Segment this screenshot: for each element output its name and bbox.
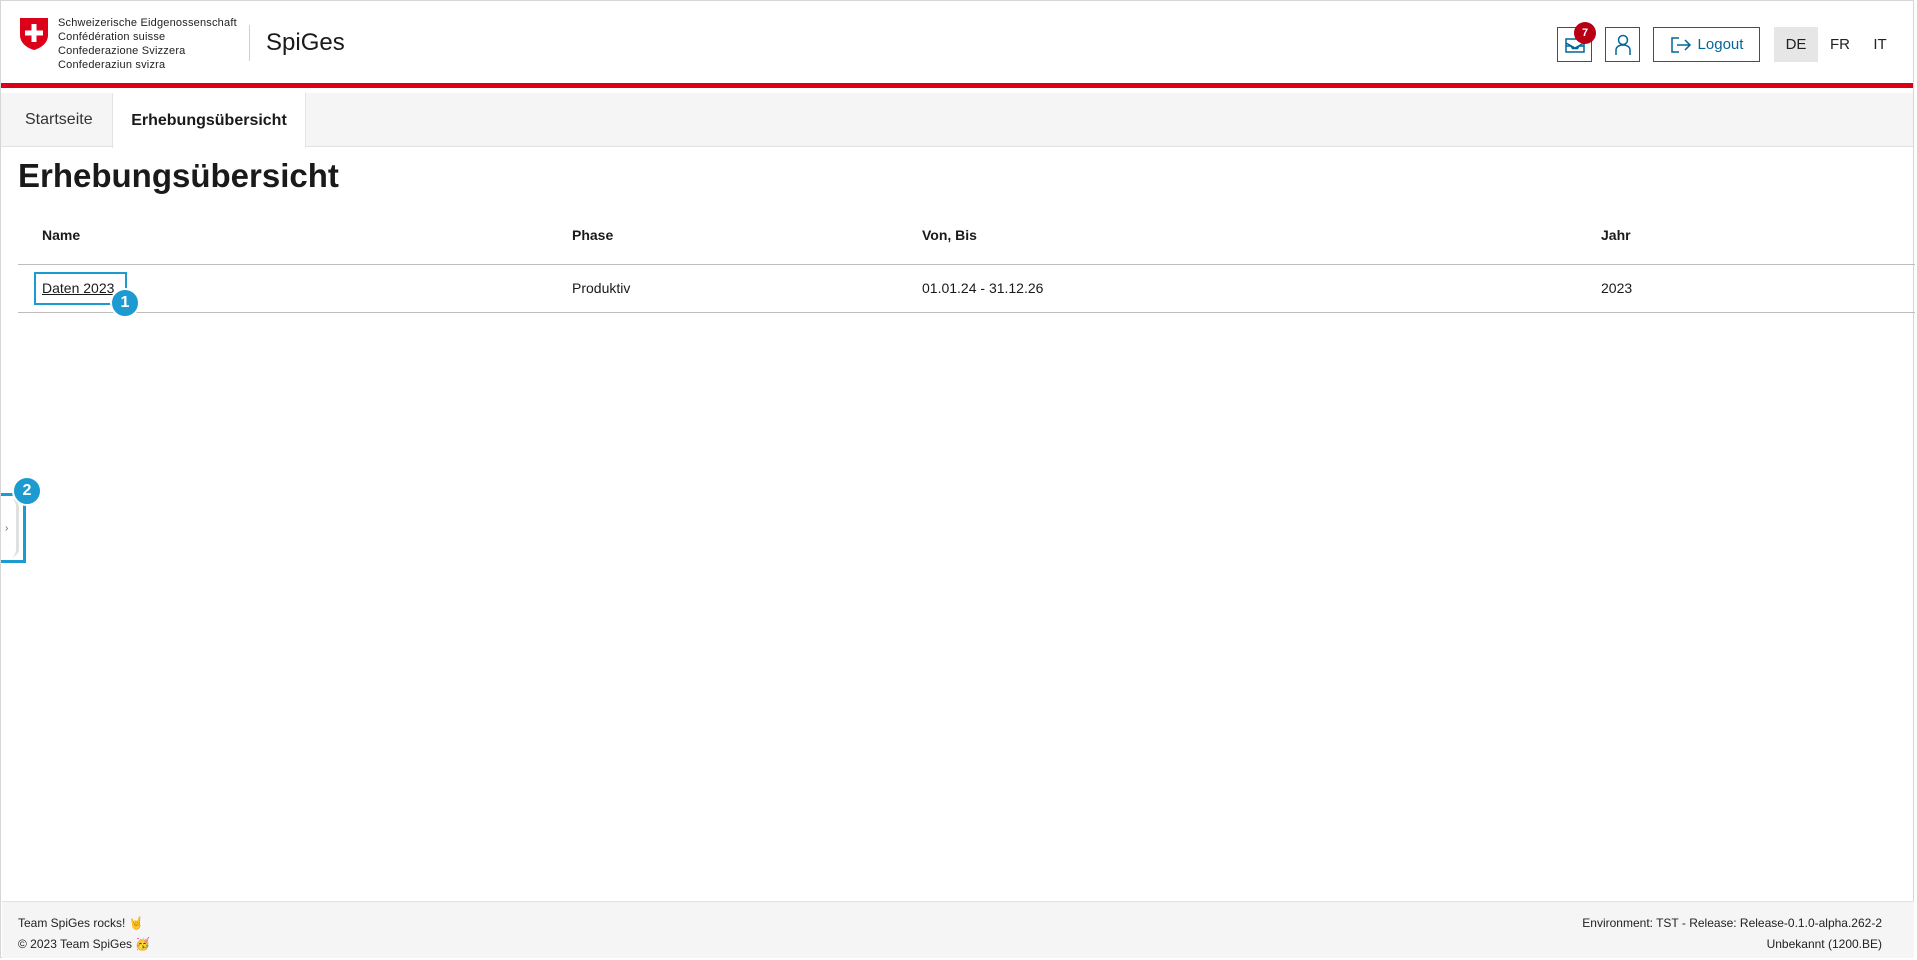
language-fr[interactable]: FR (1818, 27, 1862, 62)
footer-copyright: © 2023 Team SpiGes 🥳 (18, 937, 151, 951)
cell-phase: Produktiv (572, 280, 631, 296)
footer-right: Environment: TST - Release: Release-0.1.… (1582, 913, 1882, 955)
language-it[interactable]: IT (1858, 27, 1902, 62)
page-title: Erhebungsübersicht (18, 157, 339, 194)
footer-left: Team SpiGes rocks! 🤘 © 2023 Team SpiGes … (18, 913, 150, 955)
swiss-shield-icon (20, 18, 48, 50)
footer: Team SpiGes rocks! 🤘 © 2023 Team SpiGes … (2, 901, 1914, 958)
confed-line: Confederaziun svizra (58, 59, 166, 71)
survey-link[interactable]: Daten 2023 (42, 280, 114, 296)
column-header-name[interactable]: Name (42, 227, 80, 243)
footer-tagline: Team SpiGes rocks! 🤘 (18, 916, 144, 930)
step-marker-2: 2 (12, 476, 42, 506)
tab-erhebungsuebersicht[interactable]: Erhebungsübersicht (112, 93, 306, 148)
sidebar-toggle-tab: › (1, 499, 19, 557)
confederation-name: Schweizerische Eidgenossenschaft Confédé… (58, 16, 237, 72)
tab-bar: Startseite Erhebungsübersicht (1, 93, 1913, 148)
language-de[interactable]: DE (1774, 27, 1818, 62)
column-header-von-bis[interactable]: Von, Bis (922, 227, 977, 243)
app-window: Schweizerische Eidgenossenschaft Confédé… (0, 0, 1915, 958)
notification-badge: 7 (1574, 22, 1596, 44)
user-location-info: Unbekannt (1200.BE) (1766, 937, 1882, 951)
column-header-phase[interactable]: Phase (572, 227, 613, 243)
confed-line: Schweizerische Eidgenossenschaft (58, 17, 237, 29)
environment-info: Environment: TST - Release: Release-0.1.… (1582, 916, 1882, 930)
app-title: SpiGes (266, 29, 345, 56)
tab-startseite[interactable]: Startseite (25, 93, 93, 147)
chevron-right-icon: › (5, 522, 9, 534)
confed-line: Confederazione Svizzera (58, 45, 186, 57)
user-icon (1614, 34, 1631, 55)
cell-von-bis: 01.01.24 - 31.12.26 (922, 280, 1044, 296)
cell-jahr: 2023 (1601, 280, 1633, 296)
header-divider (249, 25, 250, 61)
confed-line: Confédération suisse (58, 31, 166, 43)
step-marker-1: 1 (110, 288, 140, 318)
table-header: Name Phase Von, Bis Jahr (18, 211, 1915, 265)
table-row: Daten 2023 Produktiv 01.01.24 - 31.12.26… (18, 265, 1915, 313)
logout-icon (1670, 36, 1691, 53)
logout-label: Logout (1697, 36, 1744, 53)
header: Schweizerische Eidgenossenschaft Confédé… (1, 1, 1913, 88)
user-profile-button[interactable] (1605, 27, 1640, 62)
column-header-jahr[interactable]: Jahr (1601, 227, 1631, 243)
survey-table: Name Phase Von, Bis Jahr Daten 2023 Prod… (18, 211, 1915, 313)
logout-button[interactable]: Logout (1653, 27, 1760, 62)
